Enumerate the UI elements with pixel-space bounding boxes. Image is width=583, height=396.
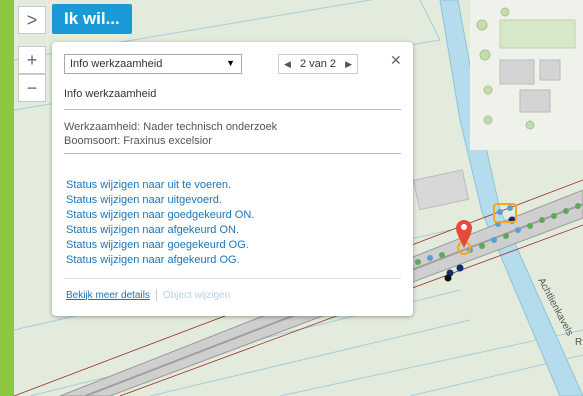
status-action-link[interactable]: Status wijzigen naar uit te voeren.	[66, 179, 231, 191]
divider	[64, 153, 401, 154]
road-label-extra: R	[575, 337, 582, 348]
zoom-out-button[interactable]: −	[18, 74, 46, 102]
zoom-in-button[interactable]: +	[18, 46, 46, 74]
previous-icon[interactable]: ◀	[284, 59, 291, 70]
info-type-select-value: Info werkzaamheid	[70, 58, 163, 70]
divider	[64, 278, 401, 279]
next-icon[interactable]: ▶	[345, 59, 352, 70]
separator	[155, 289, 157, 301]
chevron-right-icon: >	[26, 9, 38, 30]
status-action-link[interactable]: Status wijzigen naar goedgekeurd ON.	[66, 209, 254, 221]
plus-icon: +	[26, 49, 38, 70]
pager: ◀ 2 van 2 ▶	[278, 54, 358, 74]
panel-toggle-button[interactable]: >	[18, 6, 46, 34]
side-accent-bar	[0, 0, 14, 396]
status-action-link[interactable]: Status wijzigen naar afgekeurd OG.	[66, 254, 240, 266]
close-icon[interactable]: ✕	[390, 52, 402, 69]
pager-text: 2 van 2	[299, 58, 337, 70]
detail-line: Boomsoort: Fraxinus excelsior	[64, 135, 212, 147]
popup-footer: Bekijk meer details Object wijzigen	[66, 289, 230, 301]
info-popup: Info werkzaamheid ▼ ◀ 2 van 2 ▶ ✕ Info w…	[52, 42, 413, 316]
more-details-link[interactable]: Bekijk meer details	[66, 290, 150, 301]
divider	[64, 109, 401, 110]
minus-icon: −	[26, 77, 38, 98]
popup-heading: Info werkzaamheid	[64, 88, 157, 100]
detail-line: Werkzaamheid: Nader technisch onderzoek	[64, 121, 278, 133]
info-type-select[interactable]: Info werkzaamheid ▼	[64, 54, 242, 74]
status-action-link[interactable]: Status wijzigen naar uitgevoerd.	[66, 194, 222, 206]
status-action-link[interactable]: Status wijzigen naar afgekeurd ON.	[66, 224, 239, 236]
status-action-link[interactable]: Status wijzigen naar goegekeurd OG.	[66, 239, 249, 251]
dropdown-arrow-icon: ▼	[226, 58, 235, 68]
edit-object-link: Object wijzigen	[162, 289, 231, 301]
ik-wil-button[interactable]: Ik wil...	[52, 4, 132, 34]
